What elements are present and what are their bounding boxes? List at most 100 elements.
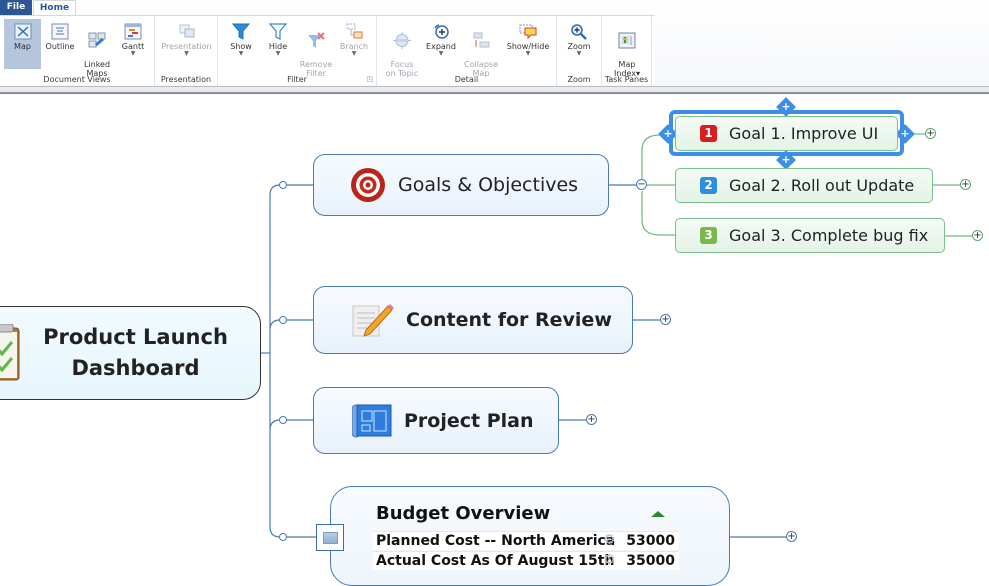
expand-goal-3-toggle[interactable]: + [972, 230, 983, 241]
outline-view-icon [51, 23, 69, 40]
group-zoom: Zoom ▼ Zoom [557, 16, 602, 86]
connector-node-budget [279, 533, 287, 541]
collapse-map-icon [473, 32, 490, 48]
group-label-filter: Filter [287, 75, 307, 84]
remove-filter-icon [308, 32, 325, 48]
show-hide-icon [519, 24, 537, 40]
budget-row-value: 53000 [626, 533, 675, 549]
formula-gear-icon: ⚙ [603, 532, 616, 548]
topic-project-plan-label: Project Plan [404, 409, 534, 432]
budget-trend-up-icon [651, 511, 665, 517]
group-task-panes: Map Index▾ Task Panes [602, 16, 652, 86]
expand-project-plan-toggle[interactable]: + [586, 414, 597, 425]
group-label-presentation: Presentation [160, 75, 212, 84]
budget-row-value: 35000 [626, 553, 675, 569]
ribbon-separator [0, 86, 989, 94]
collapse-goals-toggle[interactable]: − [636, 179, 647, 190]
expand-content-toggle[interactable]: + [660, 314, 671, 325]
group-label-detail: Detail [454, 75, 479, 84]
group-document-views: Map Outline Linked Maps Gantt ▼ Document… [0, 16, 155, 86]
remove-filter-button[interactable]: Remove Filter [298, 19, 334, 78]
clipboard-checklist-icon [0, 324, 20, 381]
gantt-button[interactable]: Gantt ▼ [116, 19, 150, 69]
map-index-button[interactable]: Map Index▾ [607, 19, 647, 78]
branch-icon [346, 23, 363, 39]
map-view-label: Map [14, 42, 31, 51]
ribbon: File Home Map Outline Linked Maps Gantt … [0, 0, 989, 95]
zoom-button[interactable]: Zoom ▼ [561, 19, 597, 69]
filter-show-dropdown-arrow: ▼ [238, 50, 244, 57]
group-filter: Show ▼ Hide ▼ Remove Filter Branch ▼ ◳ F… [218, 16, 377, 86]
expand-icon [434, 24, 449, 39]
zoom-dropdown-arrow: ▼ [576, 50, 582, 57]
connector-node-plan [279, 416, 287, 424]
focus-on-topic-button[interactable]: Focus on Topic [382, 19, 422, 78]
expand-goal-1-toggle[interactable]: + [925, 128, 936, 139]
topic-content-for-review[interactable]: Content for Review [313, 286, 633, 354]
add-topic-handle-top[interactable]: + [776, 97, 796, 117]
connector-node-content [279, 316, 287, 324]
linked-maps-button[interactable]: Linked Maps [79, 19, 115, 78]
group-presentation: Presentation ▼ Presentation [155, 16, 218, 86]
topic-goals-objectives-label: Goals & Objectives [398, 174, 579, 196]
linked-maps-icon [88, 32, 106, 48]
subtopic-goal-1-label: Goal 1. Improve UI [729, 124, 879, 143]
group-detail: Focus on Topic Expand ▼ Collapse Map Sho… [377, 16, 557, 86]
budget-title: Budget Overview [376, 503, 551, 524]
subtopic-goal-3-label: Goal 3. Complete bug fix [729, 226, 929, 245]
tab-file[interactable]: File [0, 0, 32, 16]
subtopic-goal-2-label: Goal 2. Roll out Update [729, 176, 915, 195]
gantt-dropdown-arrow: ▼ [130, 50, 136, 57]
central-topic-label: Product Launch Dashboard [43, 325, 228, 380]
expand-dropdown-arrow: ▼ [438, 50, 444, 57]
outline-view-button[interactable]: Outline [42, 19, 78, 69]
map-canvas[interactable]: Product Launch Dashboard Goals & Objecti… [0, 95, 989, 586]
blueprint-icon [352, 404, 392, 437]
outline-view-label: Outline [45, 42, 75, 51]
budget-row: Planned Cost -- North America ⚙ 53000 [373, 531, 679, 550]
subtopic-goal-2[interactable]: 2 Goal 2. Roll out Update [675, 168, 933, 203]
add-topic-handle-right[interactable]: + [895, 124, 915, 144]
map-view-icon [14, 23, 31, 40]
subtopic-goal-1[interactable]: 1 Goal 1. Improve UI [675, 116, 898, 151]
expand-budget-toggle[interactable]: + [786, 531, 797, 542]
connector-node-goals [279, 181, 287, 189]
group-label-document-views: Document Views [43, 75, 111, 84]
notes-icon[interactable] [316, 524, 344, 551]
map-view-button[interactable]: Map [4, 19, 41, 69]
central-topic[interactable]: Product Launch Dashboard [0, 306, 261, 400]
filter-hide-icon [269, 23, 287, 40]
expand-button[interactable]: Expand ▼ [423, 19, 459, 69]
gantt-icon [124, 23, 142, 40]
group-label-task-panes: Task Panes [604, 75, 649, 84]
topic-project-plan[interactable]: Project Plan [313, 387, 559, 454]
budget-row-label: Planned Cost -- North America [376, 533, 616, 549]
filter-show-button[interactable]: Show ▼ [223, 19, 259, 69]
filter-hide-dropdown-arrow: ▼ [275, 50, 281, 57]
filter-hide-button[interactable]: Hide ▼ [260, 19, 296, 69]
show-hide-button[interactable]: Show/Hide ▼ [503, 19, 553, 69]
topic-content-for-review-label: Content for Review [406, 309, 612, 331]
budget-row-label: Actual Cost As Of August 15th [376, 553, 615, 569]
add-topic-handle-bottom[interactable]: + [776, 150, 796, 170]
filter-show-icon [232, 23, 250, 40]
expand-goal-2-toggle[interactable]: + [960, 179, 971, 190]
collapse-map-button[interactable]: Collapse Map [461, 19, 501, 78]
show-hide-dropdown-arrow: ▼ [525, 50, 531, 57]
branch-button[interactable]: Branch ▼ [336, 19, 372, 69]
topic-budget-overview[interactable]: Budget Overview Planned Cost -- North Am… [330, 486, 730, 586]
ribbon-body: Map Outline Linked Maps Gantt ▼ Document… [0, 15, 655, 86]
focus-topic-icon [393, 32, 411, 49]
tab-home[interactable]: Home [33, 0, 76, 16]
topic-goals-objectives[interactable]: Goals & Objectives [313, 154, 609, 216]
priority-3-icon: 3 [700, 227, 717, 244]
document-pencil-icon [352, 304, 394, 337]
priority-2-icon: 2 [700, 177, 717, 194]
subtopic-goal-3[interactable]: 3 Goal 3. Complete bug fix [675, 218, 945, 253]
branch-dropdown-arrow: ▼ [351, 50, 357, 57]
priority-1-icon: 1 [700, 125, 717, 142]
presentation-dropdown-arrow: ▼ [184, 50, 189, 57]
presentation-button[interactable]: Presentation ▼ [159, 19, 214, 69]
map-index-icon [618, 32, 636, 49]
group-label-zoom: Zoom [567, 75, 591, 84]
